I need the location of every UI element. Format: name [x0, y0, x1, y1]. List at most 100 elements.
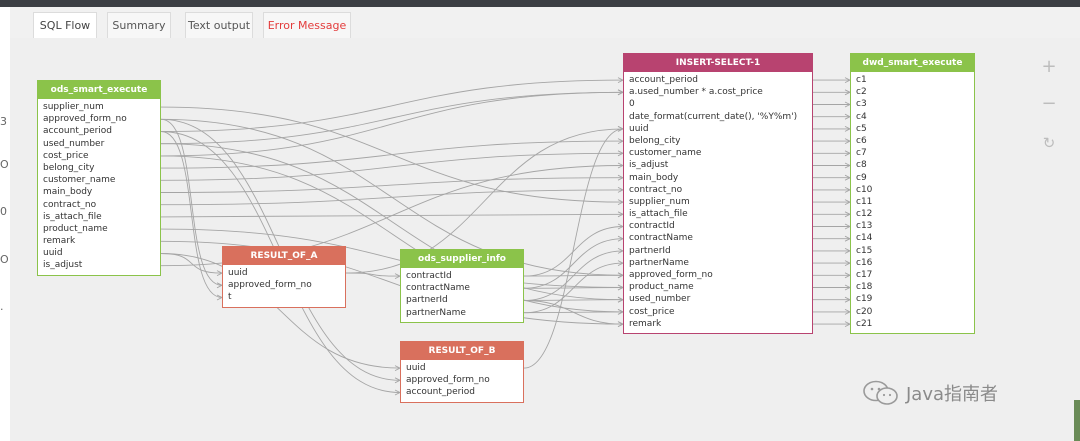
column-row[interactable]: uuid — [624, 123, 812, 135]
node-title: INSERT-SELECT-1 — [624, 54, 812, 72]
column-row[interactable]: is_attach_file — [38, 211, 160, 223]
node-columns: account_period a.used_number * a.cost_pri… — [624, 72, 812, 333]
node-ods-smart-execute[interactable]: ods_smart_execute supplier_num approved_f… — [37, 80, 161, 276]
node-title: dwd_smart_execute — [851, 54, 974, 72]
tab-sql-flow[interactable]: SQL Flow — [33, 12, 97, 39]
column-row[interactable]: contract_no — [624, 184, 812, 196]
column-row[interactable]: partnerName — [624, 257, 812, 269]
edge-mark: 3 — [0, 115, 7, 128]
node-dwd-smart-execute[interactable]: dwd_smart_execute c1 c2 c3 c4 c5 c6 c7 c8 c9 c10 c… — [850, 53, 975, 334]
column-row[interactable]: account_period — [38, 125, 160, 137]
column-row[interactable]: c19 — [851, 293, 974, 305]
left-strip — [0, 7, 10, 441]
column-row[interactable]: is_adjust — [624, 159, 812, 171]
tab-error-message[interactable]: Error Message — [263, 12, 351, 38]
column-row[interactable]: c13 — [851, 220, 974, 232]
column-row[interactable]: uuid — [38, 247, 160, 259]
column-row[interactable]: remark — [38, 235, 160, 247]
column-row[interactable]: c20 — [851, 306, 974, 318]
column-row[interactable]: contractName — [624, 232, 812, 244]
column-row[interactable]: partnerId — [401, 294, 523, 306]
column-row[interactable]: c6 — [851, 135, 974, 147]
tab-summary[interactable]: Summary — [107, 12, 171, 38]
lineage-edge — [523, 274, 624, 277]
scrollbar-indicator — [1074, 400, 1080, 441]
column-row[interactable]: contractId — [401, 270, 523, 282]
column-row[interactable]: partnerId — [624, 245, 812, 257]
column-row[interactable]: c16 — [851, 257, 974, 269]
zoom-out-button[interactable]: − — [1039, 94, 1059, 114]
window-top-bar — [0, 0, 1080, 7]
column-row[interactable]: main_body — [624, 172, 812, 184]
lineage-edge — [523, 238, 624, 289]
node-ods-supplier-info[interactable]: ods_supplier_info contractId contractName… — [400, 249, 524, 323]
column-row[interactable]: c5 — [851, 123, 974, 135]
column-row[interactable]: c14 — [851, 232, 974, 244]
column-row[interactable]: a.used_number * a.cost_price — [624, 86, 812, 98]
column-row[interactable]: account_period — [401, 386, 523, 398]
column-row[interactable]: approved_form_no — [38, 113, 160, 125]
lineage-edge — [523, 299, 624, 301]
column-row[interactable]: is_adjust — [38, 259, 160, 271]
column-row[interactable]: contract_no — [38, 199, 160, 211]
column-row[interactable]: c18 — [851, 281, 974, 293]
column-row[interactable]: remark — [624, 318, 812, 330]
lineage-edge — [160, 91, 624, 157]
lineage-edge — [523, 226, 624, 277]
column-row[interactable]: customer_name — [38, 174, 160, 186]
column-row[interactable]: c21 — [851, 318, 974, 330]
reset-view-button[interactable]: ↻ — [1039, 133, 1059, 153]
column-row[interactable]: cost_price — [38, 150, 160, 162]
column-row[interactable]: product_name — [624, 281, 812, 293]
column-row[interactable]: date_format(current_date(), '%Y%m') — [624, 111, 812, 123]
edge-mark: . — [0, 300, 4, 313]
column-row[interactable]: c15 — [851, 245, 974, 257]
column-row[interactable]: c9 — [851, 172, 974, 184]
column-row[interactable]: main_body — [38, 186, 160, 198]
column-row[interactable]: contractId — [624, 220, 812, 232]
watermark: Java指南者 — [862, 378, 998, 408]
column-row[interactable]: used_number — [38, 138, 160, 150]
lineage-edge — [160, 91, 624, 145]
column-row[interactable]: uuid — [223, 267, 345, 279]
column-row[interactable]: c7 — [851, 147, 974, 159]
node-columns: uuid approved_form_no t — [223, 265, 345, 307]
column-row[interactable]: cost_price — [624, 306, 812, 318]
node-title: ods_smart_execute — [38, 81, 160, 99]
column-row[interactable]: c3 — [851, 98, 974, 110]
column-row[interactable]: uuid — [401, 362, 523, 374]
zoom-in-button[interactable]: + — [1039, 57, 1059, 77]
column-row[interactable]: c1 — [851, 74, 974, 86]
column-row[interactable]: c2 — [851, 86, 974, 98]
column-row[interactable]: account_period — [624, 74, 812, 86]
node-result-of-b[interactable]: RESULT_OF_B uuid approved_form_no account_… — [400, 341, 524, 403]
edge-mark: 0 — [0, 205, 7, 218]
node-insert-select-1[interactable]: INSERT-SELECT-1 account_period a.used_num… — [623, 53, 813, 334]
tab-text-output[interactable]: Text output — [185, 12, 253, 38]
node-columns: uuid approved_form_no account_period — [401, 360, 523, 402]
column-row[interactable]: product_name — [38, 223, 160, 235]
column-row[interactable]: partnerName — [401, 307, 523, 319]
column-row[interactable]: customer_name — [624, 147, 812, 159]
node-result-of-a[interactable]: RESULT_OF_A uuid approved_form_no t — [222, 246, 346, 308]
column-row[interactable]: approved_form_no — [624, 269, 812, 281]
node-title: RESULT_OF_A — [223, 247, 345, 265]
column-row[interactable]: c11 — [851, 196, 974, 208]
column-row[interactable]: belong_city — [38, 162, 160, 174]
column-row[interactable]: approved_form_no — [401, 374, 523, 386]
column-row[interactable]: is_attach_file — [624, 208, 812, 220]
column-row[interactable]: supplier_num — [38, 101, 160, 113]
column-row[interactable]: contractName — [401, 282, 523, 294]
column-row[interactable]: approved_form_no — [223, 279, 345, 291]
lineage-edge — [523, 287, 624, 289]
column-row[interactable]: used_number — [624, 293, 812, 305]
column-row[interactable]: c8 — [851, 159, 974, 171]
column-row[interactable]: belong_city — [624, 135, 812, 147]
column-row[interactable]: c10 — [851, 184, 974, 196]
column-row[interactable]: c17 — [851, 269, 974, 281]
column-row[interactable]: c12 — [851, 208, 974, 220]
column-row[interactable]: c4 — [851, 111, 974, 123]
column-row[interactable]: 0 — [624, 98, 812, 110]
column-row[interactable]: supplier_num — [624, 196, 812, 208]
column-row[interactable]: t — [223, 291, 345, 303]
